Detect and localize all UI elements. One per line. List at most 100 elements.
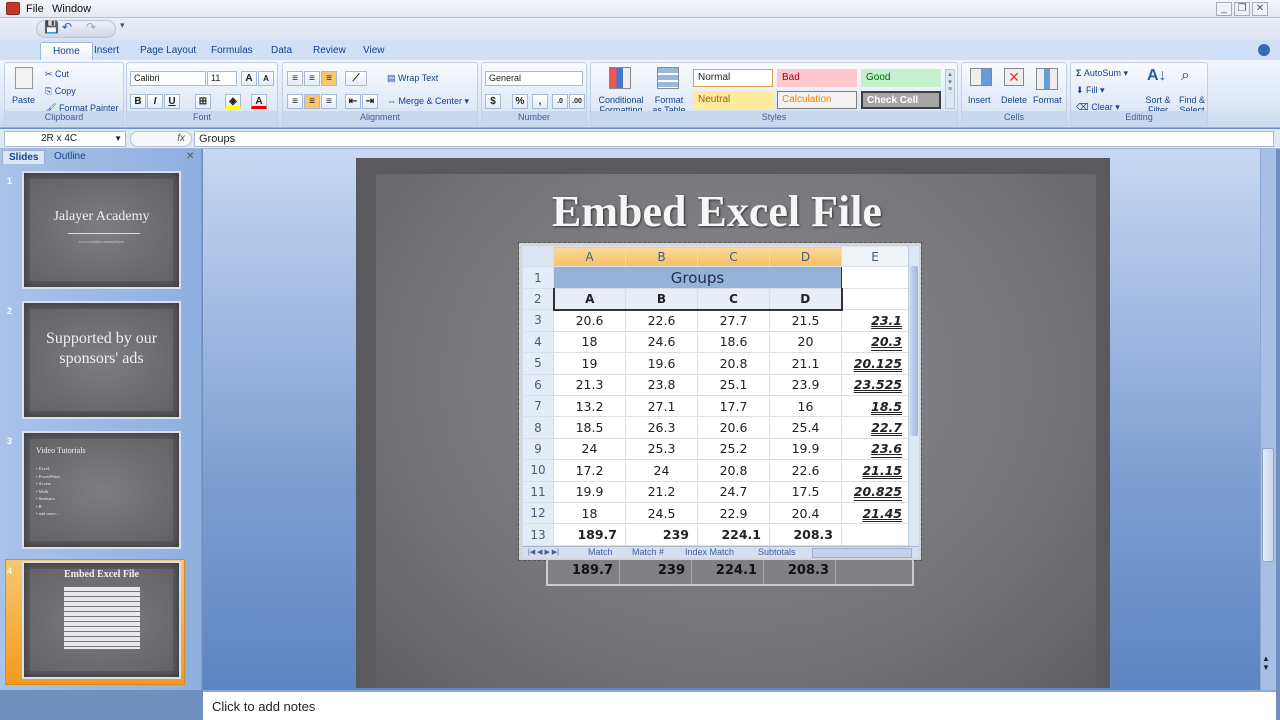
data-cell[interactable]: 20.8 <box>697 352 770 375</box>
data-cell[interactable]: 25.2 <box>697 437 770 461</box>
sheet-tab-index-match[interactable]: Index Match <box>685 547 734 558</box>
tab-review[interactable]: Review <box>301 42 358 60</box>
increase-indent-button[interactable]: ⇥ <box>362 94 378 109</box>
data-cell[interactable]: 27.1 <box>625 394 698 418</box>
fill-color-button[interactable]: ◈ <box>225 94 241 109</box>
data-cell[interactable]: 20.4 <box>769 502 842 525</box>
data-cell[interactable]: 20.6 <box>553 309 626 332</box>
data-cell[interactable]: 18.6 <box>697 330 770 354</box>
tab-insert[interactable]: Insert <box>82 42 131 60</box>
data-cell[interactable]: 24.6 <box>625 330 698 354</box>
save-icon[interactable]: 💾 <box>44 20 59 34</box>
data-cell[interactable]: 21.5 <box>769 309 842 332</box>
sheet-nav-buttons[interactable]: |◀ ◀ ▶ ▶| <box>528 547 559 558</box>
average-cell[interactable]: 23.6 <box>841 437 909 461</box>
font-name-select[interactable]: Calibri <box>130 71 206 86</box>
powerpoint-app-icon[interactable] <box>6 2 20 15</box>
slide-title[interactable]: Embed Excel File <box>356 186 1110 237</box>
data-cell[interactable]: 19 <box>553 352 626 375</box>
row-header[interactable]: 13 <box>522 523 554 546</box>
font-size-select[interactable]: 11 <box>207 71 237 86</box>
row-header[interactable]: 3 <box>522 309 554 332</box>
fill-button[interactable]: ⬇ Fill ▾ <box>1076 85 1105 96</box>
data-cell[interactable]: 19.6 <box>625 352 698 375</box>
shrink-font-button[interactable]: A <box>258 71 274 86</box>
menu-file[interactable]: File <box>26 3 44 15</box>
tab-formulas[interactable]: Formulas <box>199 42 265 60</box>
font-color-button[interactable]: A <box>251 94 267 109</box>
total-cell[interactable]: 208.3 <box>769 523 842 546</box>
data-cell[interactable]: 26.3 <box>625 416 698 439</box>
data-cell[interactable]: 18 <box>553 330 626 354</box>
align-center-button[interactable]: ≡ <box>304 94 320 109</box>
cut-button[interactable]: ✂ Cut <box>45 69 69 80</box>
sub-header-cell[interactable]: B <box>625 287 698 311</box>
style-good[interactable]: Good <box>861 69 941 87</box>
average-cell[interactable]: 18.5 <box>841 394 909 418</box>
merge-center-button[interactable]: ⇔ Merge & Center ▾ <box>387 96 469 107</box>
row-header[interactable]: 8 <box>522 416 554 439</box>
row-header[interactable]: 7 <box>522 394 554 418</box>
average-cell[interactable]: 21.45 <box>841 502 909 525</box>
column-header[interactable]: B <box>625 245 698 268</box>
comma-button[interactable]: , <box>532 94 548 109</box>
sheet-tab-match[interactable]: Match <box>588 547 613 558</box>
decrease-indent-button[interactable]: ⇤ <box>345 94 361 109</box>
data-cell[interactable]: 19.9 <box>769 437 842 461</box>
data-cell[interactable]: 22.9 <box>697 502 770 525</box>
data-cell[interactable]: 27.7 <box>697 309 770 332</box>
average-cell[interactable]: 22.7 <box>841 416 909 439</box>
excel-horizontal-scrollbar[interactable] <box>812 548 912 558</box>
name-box[interactable]: 2R x 4C ▼ <box>4 131 126 147</box>
align-left-button[interactable]: ≡ <box>287 94 303 109</box>
style-neutral[interactable]: Neutral <box>693 91 773 109</box>
percent-button[interactable]: % <box>512 94 528 109</box>
delete-cells-button[interactable]: Delete <box>1001 95 1027 105</box>
row-header[interactable]: 9 <box>522 437 554 461</box>
currency-button[interactable]: $ <box>485 94 501 109</box>
excel-vertical-scrollbar[interactable] <box>908 246 919 546</box>
data-cell[interactable]: 23.8 <box>625 373 698 396</box>
cell[interactable] <box>841 287 909 311</box>
data-cell[interactable]: 21.3 <box>553 373 626 396</box>
style-calculation[interactable]: Calculation <box>777 91 857 109</box>
data-cell[interactable]: 23.9 <box>769 373 842 396</box>
vertical-scroll-thumb[interactable] <box>1262 448 1274 562</box>
embedded-excel-object[interactable]: A B C D E 1 Groups 2 A B C D 3 20.6 22.6 27.7 21.5 23.1 4 1… <box>518 242 922 561</box>
cell[interactable] <box>841 523 909 546</box>
column-header[interactable]: C <box>697 245 770 268</box>
average-cell[interactable]: 23.1 <box>841 309 909 332</box>
prev-next-slide-buttons[interactable]: ▲ ▼ <box>1262 654 1270 672</box>
average-cell[interactable]: 23.525 <box>841 373 909 396</box>
group-header-cell[interactable]: Groups <box>553 266 842 289</box>
style-bad[interactable]: Bad <box>777 69 857 87</box>
row-header[interactable]: 10 <box>522 459 554 482</box>
sub-header-cell[interactable]: A <box>552 287 626 311</box>
row-header[interactable]: 6 <box>522 373 554 396</box>
data-cell[interactable]: 17.2 <box>553 459 626 482</box>
data-cell[interactable]: 17.5 <box>769 480 842 504</box>
wrap-text-button[interactable]: ▤ Wrap Text <box>387 73 438 84</box>
data-cell[interactable]: 21.2 <box>625 480 698 504</box>
data-cell[interactable]: 13.2 <box>553 394 626 418</box>
row-header[interactable]: 12 <box>522 502 554 525</box>
restore-button[interactable]: ❐ <box>1234 2 1250 16</box>
total-cell[interactable]: 239 <box>625 523 698 546</box>
sheet-tab-subtotals[interactable]: Subtotals <box>758 547 796 558</box>
borders-button[interactable]: ⊞ <box>195 94 211 109</box>
help-icon[interactable] <box>1258 44 1270 56</box>
align-bottom-button[interactable]: ≡ <box>321 71 337 86</box>
increase-decimal-button[interactable]: .0 <box>552 94 568 109</box>
data-cell[interactable]: 20.8 <box>697 459 770 482</box>
row-header[interactable]: 11 <box>522 480 554 504</box>
average-cell[interactable]: 20.825 <box>841 480 909 504</box>
data-cell[interactable]: 22.6 <box>625 309 698 332</box>
redo-icon[interactable]: ↷ <box>86 20 96 34</box>
row-header[interactable]: 2 <box>522 287 554 311</box>
align-middle-button[interactable]: ≡ <box>304 71 320 86</box>
vertical-scrollbar[interactable] <box>1260 149 1276 690</box>
insert-function-button[interactable]: fx <box>130 131 192 147</box>
average-cell[interactable]: 21.15 <box>841 459 909 482</box>
style-check-cell[interactable]: Check Cell <box>861 91 941 109</box>
data-cell[interactable]: 18.5 <box>553 416 626 439</box>
